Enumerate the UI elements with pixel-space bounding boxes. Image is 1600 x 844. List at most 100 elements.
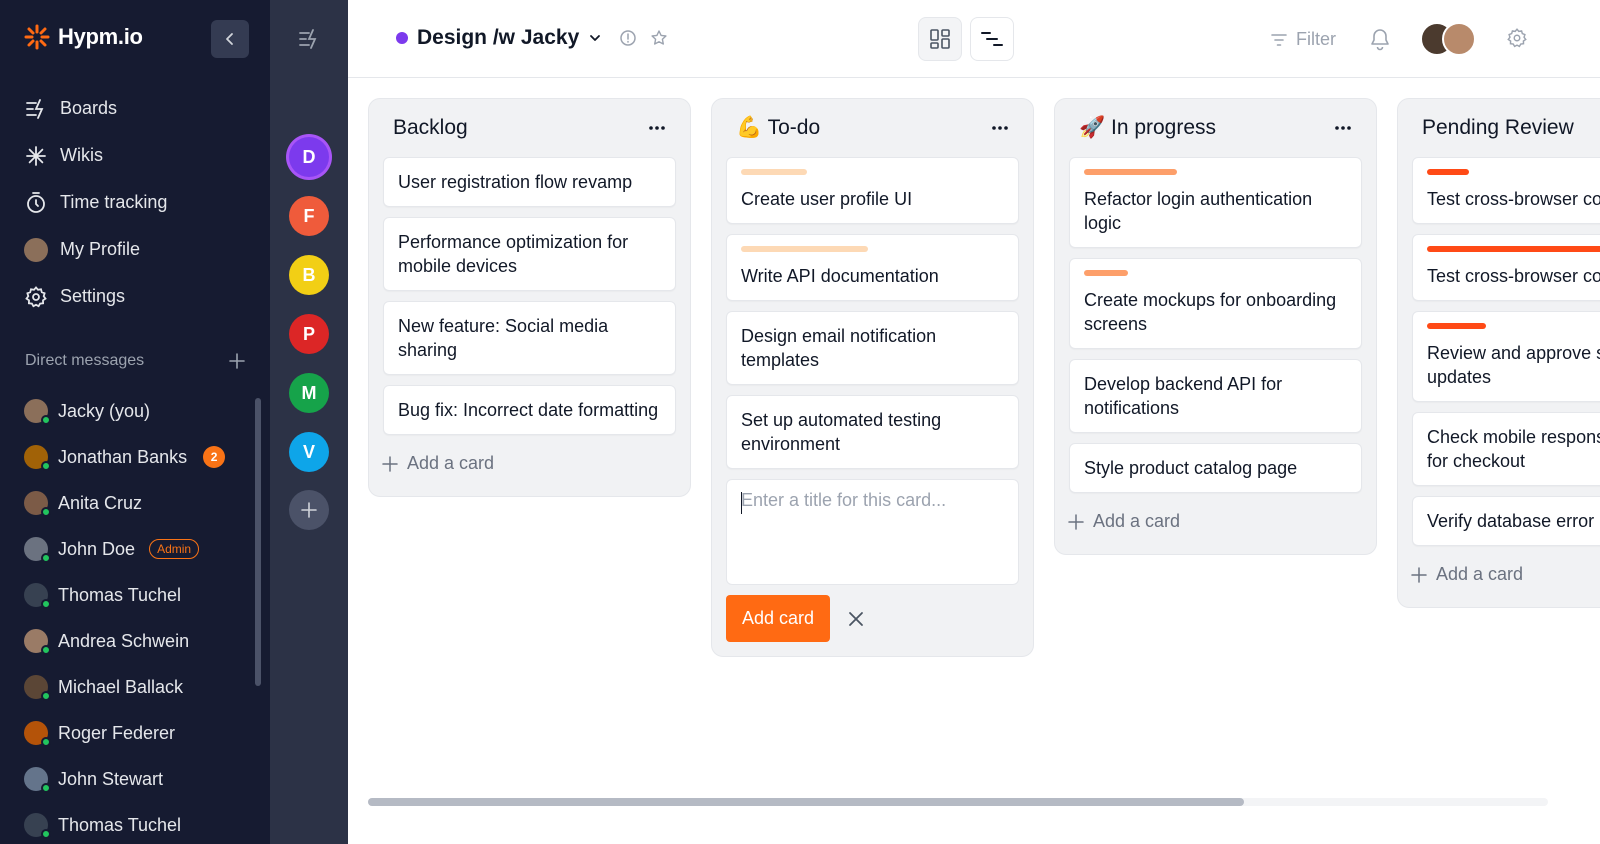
workspace-m[interactable]: M xyxy=(289,373,329,413)
board-members[interactable] xyxy=(1420,22,1480,56)
card[interactable]: Test cross-browser compatibility xyxy=(1412,234,1600,301)
plus-icon xyxy=(301,502,317,518)
workspace-d[interactable]: D xyxy=(289,137,329,177)
add-workspace-button[interactable] xyxy=(289,490,329,530)
asterisk-icon xyxy=(26,145,46,166)
card-list: Refactor login authentication logic Crea… xyxy=(1055,157,1376,493)
card[interactable]: Set up automated testing environment xyxy=(726,395,1019,469)
online-status-icon xyxy=(41,783,51,793)
gear-icon xyxy=(25,285,47,307)
card[interactable]: Refactor login authentication logic xyxy=(1069,157,1362,248)
dm-name: Michael Ballack xyxy=(58,676,184,697)
nav-my-profile[interactable]: My Profile xyxy=(24,226,254,273)
workspace-b[interactable]: B xyxy=(289,255,329,295)
dm-item[interactable]: Anita Cruz xyxy=(24,480,244,526)
card-title: Create mockups for onboarding screens xyxy=(1084,290,1337,334)
card[interactable]: Verify database error handling xyxy=(1412,496,1600,546)
dm-item[interactable]: John Doe Admin xyxy=(24,526,244,572)
more-icon[interactable] xyxy=(1334,125,1352,131)
dm-item[interactable]: Thomas Tuchel xyxy=(24,802,244,844)
avatar xyxy=(24,813,51,839)
collapse-sidebar-button[interactable] xyxy=(211,20,249,58)
nav-settings[interactable]: Settings xyxy=(24,273,254,320)
nav-time-tracking[interactable]: Time tracking xyxy=(24,179,254,226)
board-title[interactable]: Design /w Jacky xyxy=(396,26,668,50)
nav-boards[interactable]: Boards xyxy=(24,85,254,132)
card[interactable]: Performance optimization for mobile devi… xyxy=(383,217,676,291)
dm-item[interactable]: Roger Federer xyxy=(24,710,244,756)
add-card-submit-button[interactable]: Add card xyxy=(726,595,831,642)
online-status-icon xyxy=(41,829,51,839)
column-backlog: Backlog User registration flow revamp Pe… xyxy=(368,98,691,497)
card[interactable]: Write API documentation xyxy=(726,234,1019,301)
card[interactable]: Review and approve service updates xyxy=(1412,311,1600,402)
dm-name: Thomas Tuchel xyxy=(58,584,182,605)
main-nav: Boards Wikis Time tracking My Profile Se… xyxy=(24,85,254,320)
card[interactable]: User registration flow revamp xyxy=(383,157,676,207)
card[interactable]: Bug fix: Incorrect date formatting xyxy=(383,385,676,435)
avatar xyxy=(24,583,51,609)
star-icon[interactable] xyxy=(650,29,668,47)
add-card-button[interactable]: Add a card xyxy=(369,445,690,496)
plus-icon xyxy=(382,455,398,472)
workspace-p[interactable]: P xyxy=(289,314,329,354)
card-title: Review and approve service updates xyxy=(1427,343,1600,387)
info-icon[interactable] xyxy=(619,29,637,47)
card-title: Test cross-browser compatibility xyxy=(1427,266,1600,286)
card[interactable]: Develop backend API for notifications xyxy=(1069,359,1362,433)
card-title: Performance optimization for mobile devi… xyxy=(398,232,629,276)
priority-bar xyxy=(1427,246,1600,252)
card-list: Test cross-browser compatibility Test cr… xyxy=(1398,157,1600,546)
chevron-down-icon[interactable] xyxy=(588,31,602,45)
priority-bar xyxy=(1427,169,1469,175)
add-card-label: Add a card xyxy=(407,453,495,473)
column-title: Backlog xyxy=(393,116,468,139)
boards-icon[interactable] xyxy=(297,27,321,51)
board-view-button[interactable] xyxy=(918,17,962,61)
add-card-button[interactable]: Add a card xyxy=(1398,556,1600,607)
card[interactable]: Create user profile UI xyxy=(726,157,1019,224)
dm-item[interactable]: Jonathan Banks 2 xyxy=(24,434,244,480)
bell-icon[interactable] xyxy=(1369,27,1391,51)
filter-button[interactable]: Filter xyxy=(1270,29,1336,50)
gear-icon[interactable] xyxy=(1506,27,1528,49)
column-pending-review: Pending Review Test cross-browser compat… xyxy=(1397,98,1600,608)
nav-wikis[interactable]: Wikis xyxy=(24,132,254,179)
online-status-icon xyxy=(41,461,51,471)
card-title: Develop backend API for notifications xyxy=(1084,374,1283,418)
more-icon[interactable] xyxy=(991,125,1009,131)
dm-item[interactable]: Andrea Schwein xyxy=(24,618,244,664)
workspace-v[interactable]: V xyxy=(289,432,329,472)
workspace-f[interactable]: F xyxy=(289,196,329,236)
card[interactable]: Test cross-browser compatibility xyxy=(1412,157,1600,224)
avatar xyxy=(24,629,51,655)
sidebar-scrollbar[interactable] xyxy=(255,398,261,686)
column-header: Backlog xyxy=(369,99,690,157)
add-card-button[interactable]: Add a card xyxy=(1055,503,1376,554)
card-title: Style product catalog page xyxy=(1084,458,1298,478)
priority-bar xyxy=(1427,323,1486,329)
card[interactable]: Design email notification templates xyxy=(726,311,1019,385)
brand[interactable]: Hypm.io xyxy=(24,24,143,50)
dm-item[interactable]: Michael Ballack xyxy=(24,664,244,710)
dm-name: Roger Federer xyxy=(58,722,176,743)
add-card-label: Add a card xyxy=(1436,564,1524,584)
scrollbar-thumb[interactable] xyxy=(368,798,1244,806)
plus-icon[interactable] xyxy=(229,353,245,369)
dm-item[interactable]: John Stewart xyxy=(24,756,244,802)
dm-item[interactable]: Thomas Tuchel xyxy=(24,572,244,618)
dm-header: Direct messages xyxy=(25,352,245,370)
horizontal-scrollbar[interactable] xyxy=(368,798,1548,806)
card[interactable]: Style product catalog page xyxy=(1069,443,1362,493)
card[interactable]: Create mockups for onboarding screens xyxy=(1069,258,1362,349)
close-icon[interactable] xyxy=(848,611,864,627)
dm-item[interactable]: Jacky (you) xyxy=(24,388,244,434)
admin-badge: Admin xyxy=(149,539,200,559)
card-title: Set up automated testing environment xyxy=(741,410,942,454)
new-card-input[interactable]: Enter a title for this card... xyxy=(726,479,1019,585)
card[interactable]: New feature: Social media sharing xyxy=(383,301,676,375)
online-status-icon xyxy=(41,507,51,517)
more-icon[interactable] xyxy=(648,125,666,131)
timeline-view-button[interactable] xyxy=(970,17,1014,61)
card[interactable]: Check mobile responsiveness for checkout xyxy=(1412,412,1600,486)
